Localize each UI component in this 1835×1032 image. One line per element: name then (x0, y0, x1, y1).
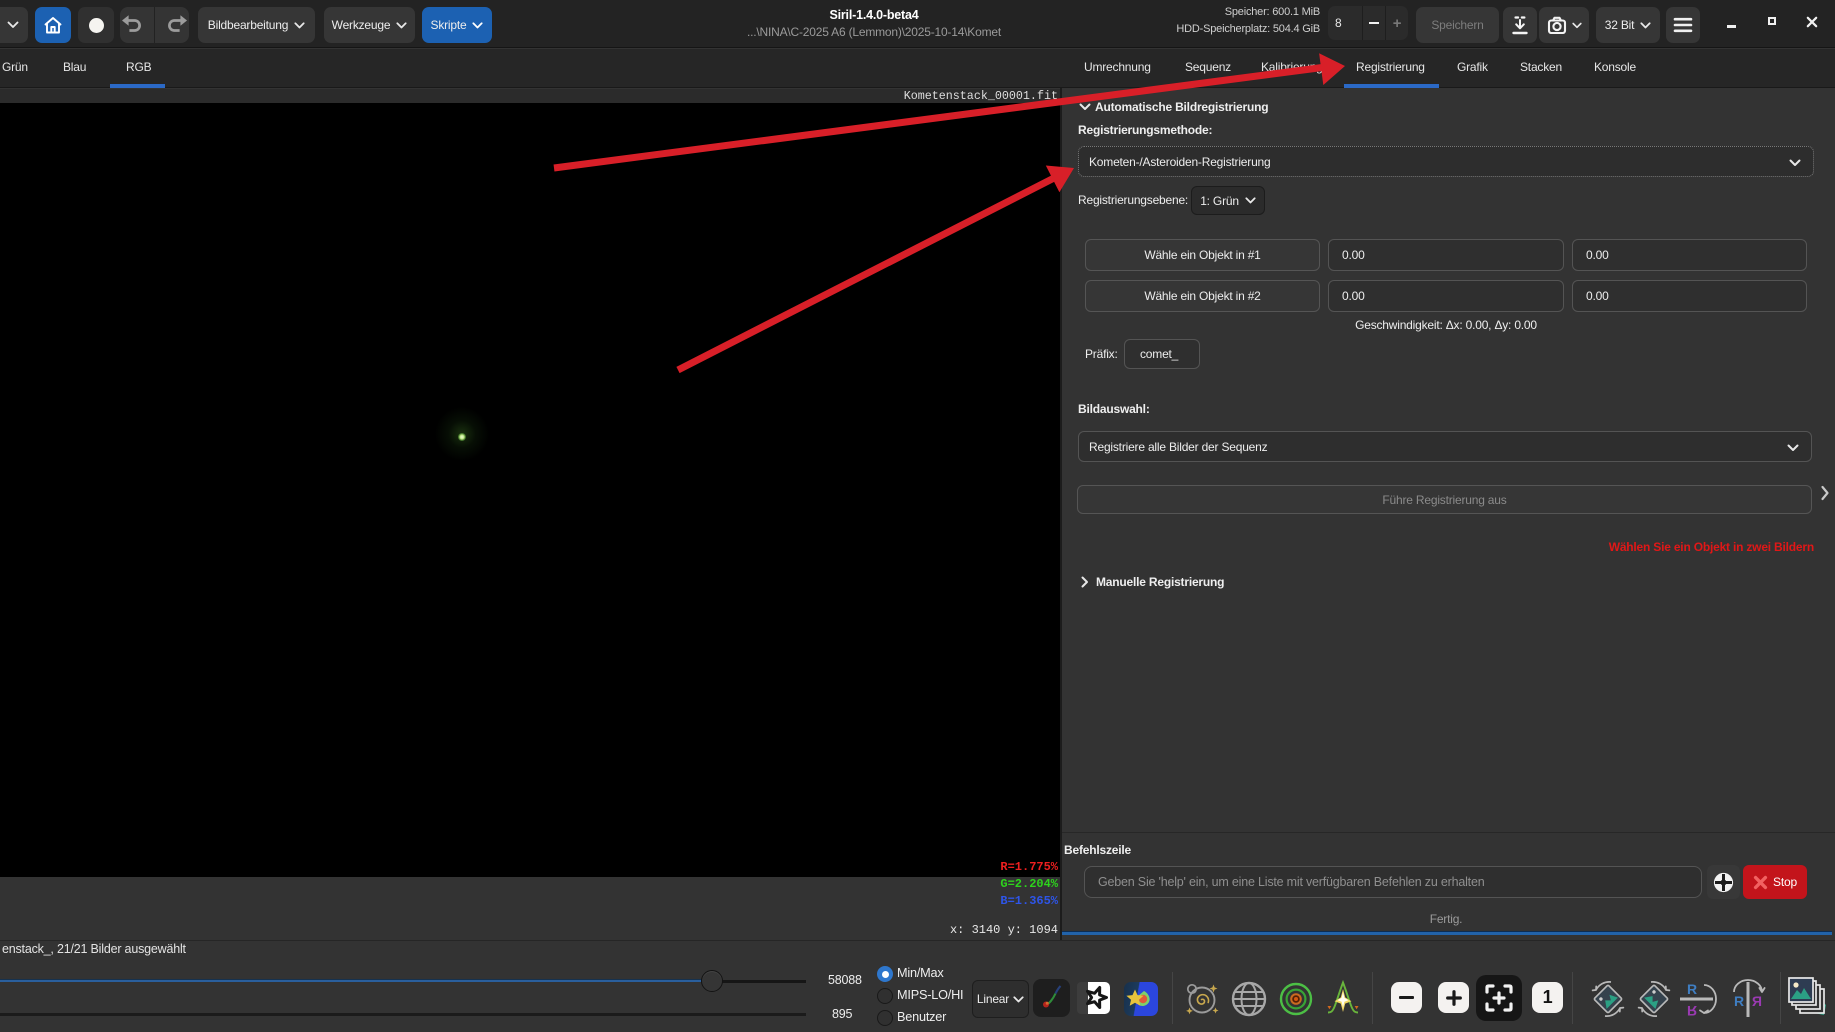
svg-text:R: R (1752, 993, 1762, 1009)
svg-text:R: R (1687, 1003, 1697, 1019)
svg-text:R: R (1734, 993, 1744, 1009)
svg-text:R: R (1687, 981, 1697, 997)
